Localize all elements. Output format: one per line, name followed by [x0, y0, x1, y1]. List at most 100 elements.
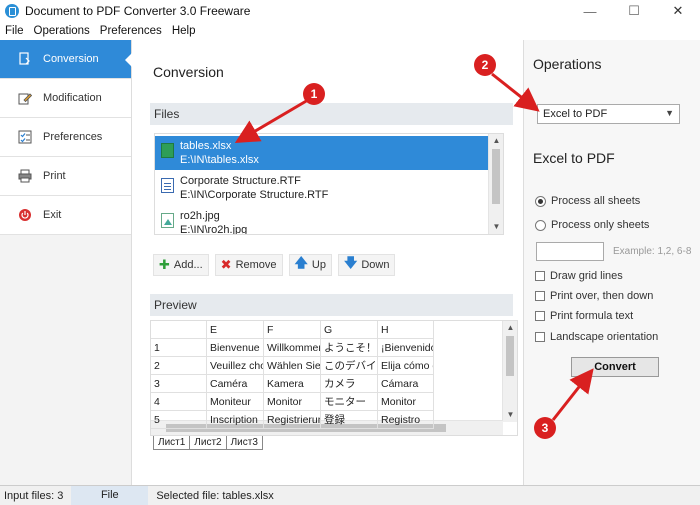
conversion-icon: [17, 51, 33, 67]
plus-icon: ✚: [159, 257, 170, 272]
process-only-sheets-radio[interactable]: Process only sheets: [535, 219, 649, 231]
checkbox-label: Print formula text: [550, 310, 634, 322]
sheet-tab-3[interactable]: Лист3: [225, 436, 263, 450]
menu-file[interactable]: File: [0, 25, 29, 37]
grid-row-header[interactable]: 5: [151, 411, 207, 429]
grid-cell[interactable]: Veuillez chois: [207, 357, 264, 375]
status-file-tab[interactable]: File: [71, 486, 149, 505]
menu-bar: File Operations Preferences Help: [0, 22, 700, 40]
scroll-up-arrow-icon[interactable]: ▲: [503, 321, 517, 335]
grid-row-header[interactable]: 3: [151, 375, 207, 393]
grid-column-header: G: [321, 321, 378, 339]
grid-column-header: H: [378, 321, 434, 339]
input-files-count: Input files: 3: [4, 489, 64, 502]
grid-cell[interactable]: Registro: [378, 411, 434, 429]
checkbox-box: [535, 332, 545, 342]
sheet-tab-2[interactable]: Лист2: [189, 436, 227, 450]
sidebar-item-print[interactable]: Print: [0, 157, 131, 196]
print-formula-text-checkbox[interactable]: Print formula text: [535, 310, 633, 322]
grid-cell[interactable]: Willkommen!: [264, 339, 321, 357]
grid-cell[interactable]: モニター: [321, 393, 378, 411]
file-list-item[interactable]: tables.xlsx E:\IN\tables.xlsx: [155, 136, 490, 170]
sidebar-item-modification[interactable]: Modification: [0, 79, 131, 118]
operations-title: Operations: [533, 56, 602, 72]
close-button[interactable]: ✕: [656, 0, 700, 22]
grid-row-header[interactable]: 4: [151, 393, 207, 411]
excel-file-icon: [161, 143, 174, 158]
grid-cell[interactable]: ようこそ！: [321, 339, 378, 357]
grid-cell[interactable]: カメラ: [321, 375, 378, 393]
scrollbar-thumb[interactable]: [506, 336, 514, 376]
sidebar-item-exit[interactable]: Exit: [0, 196, 131, 235]
landscape-orientation-checkbox[interactable]: Landscape orientation: [535, 331, 658, 343]
scroll-down-arrow-icon[interactable]: ▼: [503, 408, 517, 422]
grid-column-header: [151, 321, 207, 339]
draw-grid-lines-checkbox[interactable]: Draw grid lines: [535, 270, 623, 282]
up-button[interactable]: 🡅 Up: [288, 254, 332, 276]
page-title: Conversion: [153, 64, 224, 80]
down-button[interactable]: 🡇 Down: [337, 254, 396, 276]
grid-cell[interactable]: Wählen Sie a: [264, 357, 321, 375]
maximize-button[interactable]: ☐: [612, 0, 656, 22]
file-path: E:\IN\ro2h.jpg: [180, 224, 248, 235]
grid-cell[interactable]: Caméra: [207, 375, 264, 393]
grid-cell[interactable]: Inscription: [207, 411, 264, 429]
menu-operations[interactable]: Operations: [29, 25, 95, 37]
grid-cell[interactable]: Kamera: [264, 375, 321, 393]
convert-button[interactable]: Convert: [571, 357, 659, 377]
radio-indicator: [535, 195, 546, 207]
document-file-icon: [161, 178, 174, 193]
process-all-sheets-radio[interactable]: Process all sheets: [535, 195, 640, 207]
sidebar: Conversion Modification Preferences Prin…: [0, 40, 132, 485]
arrow-down-icon: 🡇: [343, 255, 358, 270]
file-list-scrollbar[interactable]: ▲ ▼: [488, 134, 503, 234]
preview-grid[interactable]: ▲ ▼ EFGH 1Bienvenue !Willkommen!ようこそ！¡Bie…: [150, 320, 518, 436]
sheet-tabs: Лист1 Лист2 Лист3: [153, 436, 263, 450]
grid-cell[interactable]: このデバイスの: [321, 357, 378, 375]
grid-cell[interactable]: Monitor: [264, 393, 321, 411]
x-icon: ✖: [220, 257, 232, 272]
sheet-tab-1[interactable]: Лист1: [153, 436, 191, 450]
grid-cell[interactable]: Elija cómo cor: [378, 357, 434, 375]
file-list[interactable]: tables.xlsx E:\IN\tables.xlsx Corporate …: [154, 133, 504, 235]
add-button-label: Add...: [173, 259, 203, 271]
grid-cell[interactable]: Cámara: [378, 375, 434, 393]
preview-header: Preview: [150, 294, 513, 316]
sheets-input[interactable]: [536, 242, 604, 261]
file-list-item[interactable]: ro2h.jpg E:\IN\ro2h.jpg: [155, 206, 490, 235]
grid-cell[interactable]: Bienvenue !: [207, 339, 264, 357]
grid-cell[interactable]: 登録: [321, 411, 378, 429]
checklist-icon: [17, 129, 33, 145]
checkbox-box: [535, 291, 545, 301]
menu-preferences[interactable]: Preferences: [95, 25, 167, 37]
scroll-down-arrow-icon[interactable]: ▼: [489, 220, 503, 234]
arrow-up-icon: 🡅: [294, 255, 308, 270]
operation-select-value: Excel to PDF: [543, 108, 608, 120]
sidebar-item-label: Modification: [43, 92, 102, 104]
down-button-label: Down: [361, 259, 390, 271]
scrollbar-thumb[interactable]: [492, 149, 500, 204]
grid-cell[interactable]: ¡Bienvenido!: [378, 339, 434, 357]
grid-cell[interactable]: Registrierunc: [264, 411, 321, 429]
grid-row-header[interactable]: 1: [151, 339, 207, 357]
operation-select[interactable]: Excel to PDF ▼: [537, 104, 680, 124]
grid-cell[interactable]: Monitor: [378, 393, 434, 411]
file-actions-toolbar: ✚ Add... ✖ Remove 🡅 Up 🡇 Down: [153, 254, 396, 276]
add-button[interactable]: ✚ Add...: [153, 254, 209, 276]
grid-column-header: E: [207, 321, 264, 339]
sidebar-item-preferences[interactable]: Preferences: [0, 118, 131, 157]
file-list-item[interactable]: Corporate Structure.RTF E:\IN\Corporate …: [155, 171, 490, 205]
print-over-then-down-checkbox[interactable]: Print over, then down: [535, 290, 653, 302]
power-icon: [17, 207, 33, 223]
scroll-up-arrow-icon[interactable]: ▲: [489, 134, 503, 148]
preview-vertical-scrollbar[interactable]: ▲ ▼: [502, 321, 517, 422]
menu-help[interactable]: Help: [167, 25, 201, 37]
radio-label: Process only sheets: [551, 219, 650, 231]
remove-button[interactable]: ✖ Remove: [214, 254, 283, 276]
grid-row-header[interactable]: 2: [151, 357, 207, 375]
sidebar-item-label: Exit: [43, 209, 62, 221]
grid-cell[interactable]: Moniteur: [207, 393, 264, 411]
annotation-badge-2: 2: [474, 54, 496, 76]
minimize-button[interactable]: —: [568, 0, 612, 22]
sidebar-item-conversion[interactable]: Conversion: [0, 40, 132, 79]
